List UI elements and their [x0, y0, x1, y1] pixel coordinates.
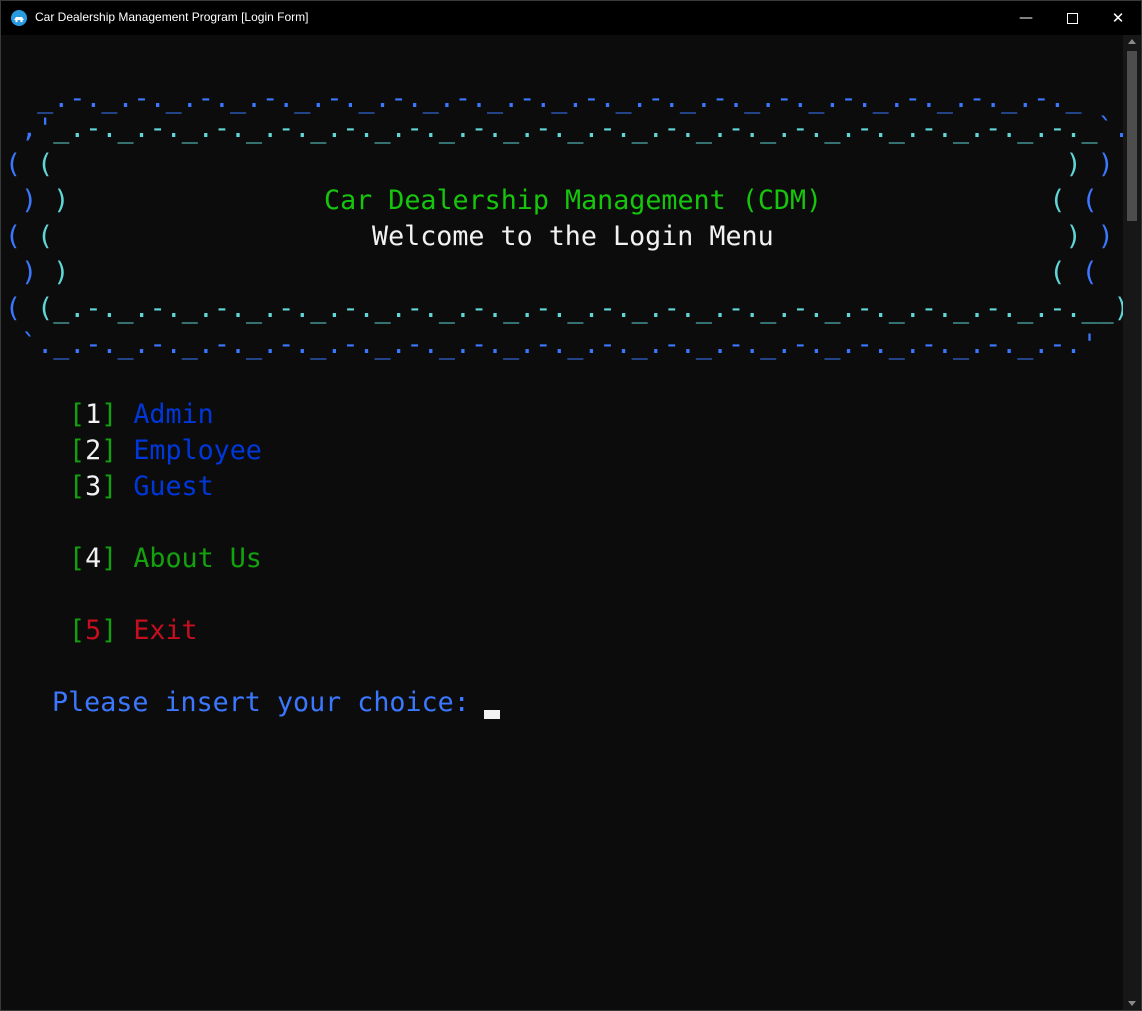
console-output[interactable]: _.-._.-._.-._.-._.-._.-._.-._.-._.-._.-.… [1, 35, 1123, 1010]
scroll-down-icon[interactable] [1128, 1001, 1136, 1006]
choice-prompt: Please insert your choice: [52, 687, 486, 718]
banner-side-line-1: ( ( ) ) [5, 149, 1114, 180]
close-button[interactable]: ✕ [1095, 1, 1141, 35]
banner-side-line-4: ) ) ( ( [21, 257, 1098, 288]
minimize-icon: — [1019, 10, 1033, 26]
scroll-thumb[interactable] [1127, 51, 1137, 221]
menu-item-about-us: [4] About Us [69, 543, 262, 574]
maximize-icon [1066, 12, 1078, 24]
title-bar[interactable]: Car Dealership Management Program [Login… [1, 1, 1141, 35]
banner-bottom-line-2: `._.-._.-._.-._.-._.-._.-._.-._.-._.-._.… [5, 329, 1098, 360]
banner-subtitle: Welcome to the Login Menu [372, 221, 774, 252]
console-window: Car Dealership Management Program [Login… [0, 0, 1142, 1011]
text-cursor[interactable] [484, 710, 500, 719]
window-title: Car Dealership Management Program [Login… [35, 10, 309, 24]
banner-bottom-line-1: ( (_.-._.-._.-._.-._.-._.-._.-._.-._.-._… [5, 293, 1123, 324]
minimize-button[interactable]: — [1003, 1, 1049, 35]
menu-item-employee: [2] Employee [69, 435, 262, 466]
maximize-button[interactable] [1049, 1, 1095, 35]
banner-top-line-2: ,'_.-._.-._.-._.-._.-._.-._.-._.-._.-._.… [5, 113, 1123, 144]
menu-item-guest: [3] Guest [69, 471, 214, 502]
vertical-scrollbar[interactable] [1123, 35, 1141, 1010]
menu-item-exit: [5] Exit [69, 615, 198, 646]
app-icon[interactable] [11, 10, 27, 26]
menu-item-admin: [1] Admin [69, 399, 214, 430]
scroll-up-icon[interactable] [1128, 39, 1136, 44]
close-icon: ✕ [1111, 9, 1125, 27]
banner-title: Car Dealership Management (CDM) [324, 185, 823, 216]
